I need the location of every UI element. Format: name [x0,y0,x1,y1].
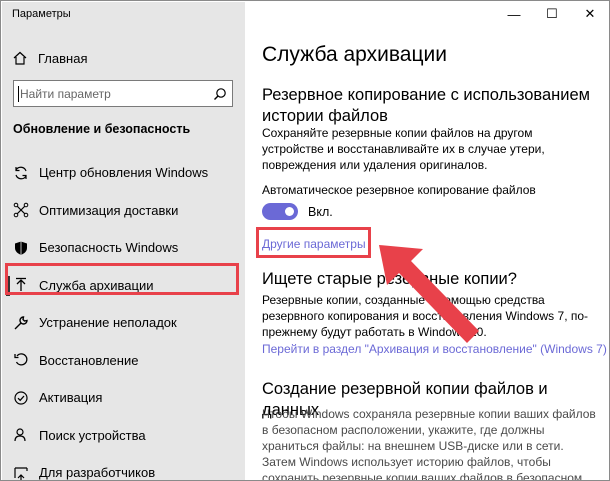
sidebar-item-recovery[interactable]: Восстановление [2,342,245,380]
sidebar-home[interactable]: Главная [12,48,87,68]
person-locate-icon [13,427,29,443]
sidebar-item-developers[interactable]: Для разработчиков [2,454,245,481]
delivery-icon [13,202,29,218]
more-options-link[interactable]: Другие параметры [262,237,366,251]
sidebar-item-label: Центр обновления Windows [39,165,209,181]
sidebar-home-label: Главная [38,50,88,66]
toggle-knob [285,207,294,216]
create-backup-description: Чтобы Windows сохраняла резервные копии … [262,407,596,481]
close-button[interactable]: ✕ [571,2,609,26]
sidebar-item-label: Для разработчиков [39,465,156,481]
home-icon [12,50,28,66]
sidebar-item-windows-update[interactable]: Центр обновления Windows [2,154,245,192]
sidebar-item-label: Служба архивации [39,277,154,293]
sidebar-item-label: Поиск устройства [39,427,146,443]
sidebar: Параметры Главная Обновление и безопасно… [2,2,245,481]
auto-backup-toggle-row: Вкл. [262,203,333,220]
sidebar-item-troubleshoot[interactable]: Устранение неполадок [2,304,245,342]
file-history-heading: Резервное копирование с использованием и… [262,86,591,125]
recovery-icon [13,352,29,368]
minimize-button[interactable]: — [495,2,533,26]
backup-restore-win7-link[interactable]: Перейти в раздел "Архивация и восстановл… [262,342,607,356]
sidebar-item-label: Оптимизация доставки [39,202,179,218]
sidebar-item-windows-security[interactable]: Безопасность Windows [2,229,245,267]
close-icon: ✕ [584,6,596,21]
auto-backup-toggle[interactable] [262,203,298,220]
maximize-button[interactable]: ☐ [533,2,571,26]
sidebar-item-find-device[interactable]: Поиск устройства [2,417,245,455]
wrench-icon [13,315,29,331]
auto-backup-label: Автоматическое резервное копирование фай… [262,183,536,197]
settings-window: Параметры Главная Обновление и безопасно… [0,0,610,481]
section-title: Обновление и безопасность [13,122,191,136]
sidebar-nav: Центр обновления Windows Оптимизация дос… [2,154,245,481]
old-backup-description: Резервные копии, созданные с помощью сре… [262,293,589,339]
search-box[interactable] [13,80,233,107]
window-controls: — ☐ ✕ [495,2,609,26]
toggle-state-label: Вкл. [308,204,333,219]
sync-icon [13,165,29,181]
backup-arrow-icon [13,277,29,293]
sidebar-item-label: Восстановление [39,352,139,368]
search-input[interactable] [14,86,208,101]
page-title: Служба архивации [262,43,447,66]
activation-check-icon [13,390,29,406]
minimize-icon: — [507,6,521,22]
window-title: Параметры [12,8,71,20]
sidebar-item-label: Активация [39,390,103,406]
maximize-icon: ☐ [546,6,558,21]
sidebar-item-label: Устранение неполадок [39,315,177,331]
search-icon[interactable] [208,87,232,101]
sidebar-item-delivery-optimization[interactable]: Оптимизация доставки [2,192,245,230]
file-history-description: Сохраняйте резервные копии файлов на дру… [262,126,545,172]
shield-icon [13,240,29,256]
sidebar-item-backup[interactable]: Служба архивации [2,267,245,305]
old-backup-heading: Ищете старые резервные копии? [262,270,517,288]
sidebar-item-activation[interactable]: Активация [2,379,245,417]
sidebar-item-label: Безопасность Windows [39,240,179,256]
text-caret [18,86,19,102]
developer-icon [13,465,29,480]
